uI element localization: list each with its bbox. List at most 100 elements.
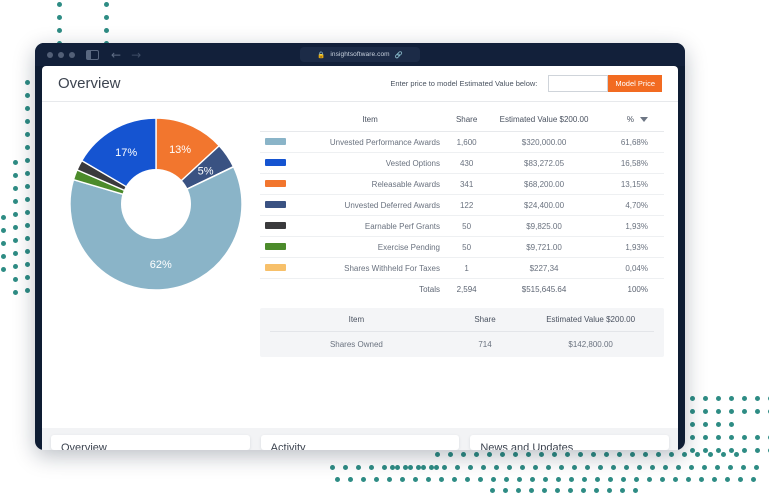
maximize-icon[interactable] (69, 51, 75, 58)
col-share[interactable]: Share (450, 110, 484, 132)
decorative-dot (104, 2, 109, 7)
decorative-dot (624, 465, 629, 470)
decorative-dot (421, 465, 426, 470)
back-arrow-icon[interactable]: ← (111, 49, 121, 61)
table-row[interactable]: Earnable Perf Grants 50 $9,825.00 1,93% (260, 215, 664, 237)
card-activity: Activity Exercised 20 shares from Grant … (260, 435, 460, 450)
decorative-dot (742, 396, 747, 401)
sort-descending-icon[interactable] (640, 117, 648, 123)
decorative-dot (721, 452, 726, 457)
decorative-dot (617, 452, 622, 457)
row-share: 1 (450, 257, 484, 279)
holdings-table-head: Item Share Estimated Value $200.00 % (260, 110, 664, 132)
legend-swatch (264, 263, 286, 271)
row-item: Shares Withheld For Taxes (290, 257, 451, 279)
decorative-dot (729, 409, 734, 414)
decorative-dot (25, 249, 30, 254)
decorative-dot (25, 145, 30, 150)
decorative-dot (426, 477, 431, 482)
donut-chart-svg: 13% 5% 62% 17% (70, 118, 242, 290)
decorative-dot (620, 488, 625, 493)
decorative-dot (555, 488, 560, 493)
url-host-text: insightsoftware.com (330, 51, 390, 58)
decorative-dot (516, 488, 521, 493)
table-row[interactable]: Unvested Deferred Awards 122 $24,400.00 4,7… (260, 194, 664, 216)
decorative-dot (716, 422, 721, 427)
decorative-dot (13, 225, 18, 230)
decorative-dot (755, 409, 760, 414)
decorative-dot (716, 396, 721, 401)
legend-swatch (264, 158, 286, 166)
decorative-dot (690, 422, 695, 427)
minimize-icon[interactable] (58, 51, 64, 58)
col-estimated-value[interactable]: Estimated Value $200.00 (483, 110, 605, 132)
shares-owned-panel: Item Share Estimated Value $200.00 Share… (260, 308, 664, 357)
decorative-dot (572, 465, 577, 470)
legend-swatch-cell (260, 152, 290, 174)
decorative-dot (25, 184, 30, 189)
forward-arrow-icon[interactable]: → (131, 49, 141, 61)
decorative-dot (689, 465, 694, 470)
decorative-dot (725, 477, 730, 482)
decorative-dot (13, 199, 18, 204)
table-row[interactable]: Shares Owned 714 $142,800.00 (270, 332, 654, 358)
decorative-dot (442, 465, 447, 470)
decorative-dot (416, 465, 421, 470)
decorative-dot (507, 465, 512, 470)
table-row[interactable]: Shares Withheld For Taxes 1 $227,34 0,04% (260, 257, 664, 279)
table-row[interactable]: Releasable Awards 341 $68,200.00 13,15% (260, 173, 664, 195)
decorative-dot (408, 465, 413, 470)
decorative-dot (716, 448, 721, 453)
decorative-dot (429, 465, 434, 470)
decorative-dot (708, 452, 713, 457)
row-item: Exercise Pending (290, 236, 451, 258)
decorative-dot (754, 465, 759, 470)
decorative-dot (729, 435, 734, 440)
sidebar-toggle-icon[interactable] (86, 49, 99, 60)
decorative-dot (25, 93, 30, 98)
decorative-dot (25, 171, 30, 176)
decorative-dot (630, 452, 635, 457)
screenshot-root: ← → 🔒 insightsoftware.com 🔗 Overview Ent… (0, 0, 769, 500)
decorative-dot (734, 452, 739, 457)
donut-chart[interactable]: 13% 5% 62% 17% (70, 118, 242, 290)
legend-swatch (264, 179, 286, 187)
decorative-dot (647, 477, 652, 482)
decorative-dot (690, 435, 695, 440)
decorative-dot (465, 477, 470, 482)
decorative-dot (348, 477, 353, 482)
decorative-dot (481, 465, 486, 470)
table-row[interactable]: Unvested Performance Awards 1,600 $320,000… (260, 131, 664, 153)
decorative-dot (546, 465, 551, 470)
decorative-dot (25, 262, 30, 267)
decorative-dot (569, 477, 574, 482)
col-percent[interactable]: % (604, 110, 664, 132)
decorative-dot (703, 396, 708, 401)
decorative-dot (552, 452, 557, 457)
link-icon[interactable]: 🔗 (395, 51, 403, 59)
decorative-dot (690, 448, 695, 453)
row-percent: 13,15% (604, 173, 664, 195)
decorative-dot (729, 448, 734, 453)
col-estimated-value: Estimated Value $200.00 (527, 308, 654, 332)
price-input[interactable] (548, 75, 609, 92)
decorative-dot (455, 465, 460, 470)
legend-swatch-cell (260, 173, 290, 195)
url-bar[interactable]: 🔒 insightsoftware.com 🔗 (300, 47, 420, 62)
decorative-dot (751, 477, 756, 482)
model-price-button[interactable]: Model Price (608, 75, 662, 92)
card-overview-title: Overview (51, 435, 250, 450)
table-row[interactable]: Exercise Pending 50 $9,721.00 1,93% (260, 236, 664, 258)
decorative-dot (676, 465, 681, 470)
card-news-title: News and Updates (470, 435, 669, 450)
decorative-dot (568, 488, 573, 493)
col-item[interactable]: Item (290, 110, 451, 132)
decorative-dot (660, 477, 665, 482)
totals-label: Totals (419, 284, 441, 294)
decorative-dot (13, 251, 18, 256)
table-row[interactable]: Vested Options 430 $83,272.05 16,58% (260, 152, 664, 174)
close-icon[interactable] (47, 51, 53, 58)
decorative-dot (361, 477, 366, 482)
browser-window: ← → 🔒 insightsoftware.com 🔗 Overview Ent… (35, 43, 685, 450)
window-controls[interactable] (47, 51, 75, 58)
